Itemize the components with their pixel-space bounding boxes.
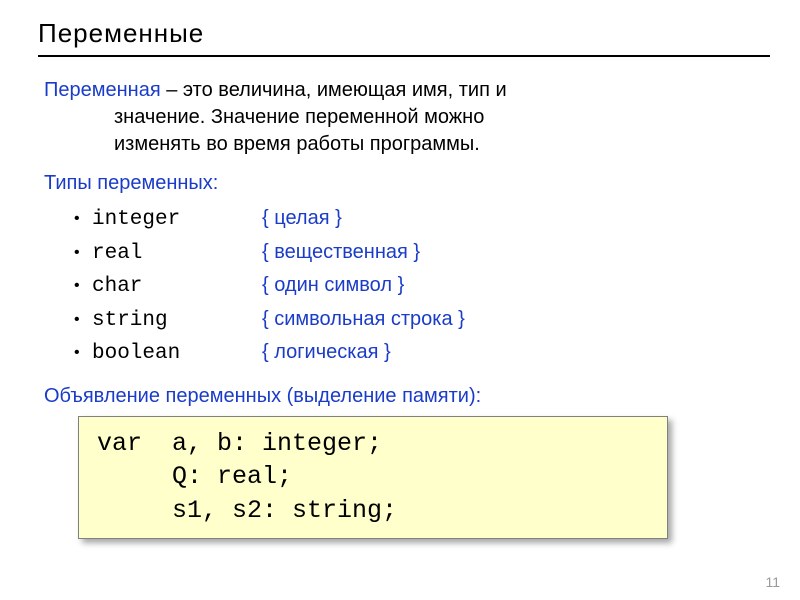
type-desc: { вещественная }: [262, 237, 420, 268]
definition-line2: значение. Значение переменной можно: [44, 104, 770, 131]
code-line: Q: real;: [97, 460, 649, 494]
slide-title: Переменные: [38, 18, 770, 55]
code-line: var a, b: integer;: [97, 427, 649, 461]
type-desc: { один символ }: [262, 270, 404, 301]
type-desc: { символьная строка }: [262, 304, 465, 335]
definition-paragraph: Переменная – это величина, имеющая имя, …: [44, 77, 770, 158]
type-name: real: [92, 238, 262, 271]
types-heading: Типы переменных:: [44, 172, 770, 195]
bullet-icon: •: [74, 308, 92, 333]
code-line: s1, s2: string;: [97, 494, 649, 528]
definition-line1: – это величина, имеющая имя, тип и: [161, 79, 507, 101]
bullet-icon: •: [74, 274, 92, 299]
bullet-icon: •: [74, 341, 92, 366]
title-rule: [38, 55, 770, 57]
type-name: char: [92, 271, 262, 304]
type-desc: { целая }: [262, 203, 342, 234]
type-name: string: [92, 305, 262, 338]
list-item: • real { вещественная }: [74, 237, 770, 271]
type-name: integer: [92, 204, 262, 237]
definition-line3: изменять во время работы программы.: [44, 131, 770, 158]
list-item: • char { один символ }: [74, 270, 770, 304]
page-number: 11: [765, 574, 780, 590]
declaration-heading: Объявление переменных (выделение памяти)…: [44, 385, 770, 408]
code-box: var a, b: integer; Q: real; s1, s2: stri…: [78, 416, 668, 539]
list-item: • integer { целая }: [74, 203, 770, 237]
bullet-icon: •: [74, 241, 92, 266]
list-item: • string { символьная строка }: [74, 304, 770, 338]
definition-term: Переменная: [44, 79, 161, 101]
list-item: • boolean { логическая }: [74, 337, 770, 371]
types-list: • integer { целая } • real { вещественна…: [74, 203, 770, 371]
bullet-icon: •: [74, 207, 92, 232]
type-name: boolean: [92, 338, 262, 371]
type-desc: { логическая }: [262, 337, 391, 368]
